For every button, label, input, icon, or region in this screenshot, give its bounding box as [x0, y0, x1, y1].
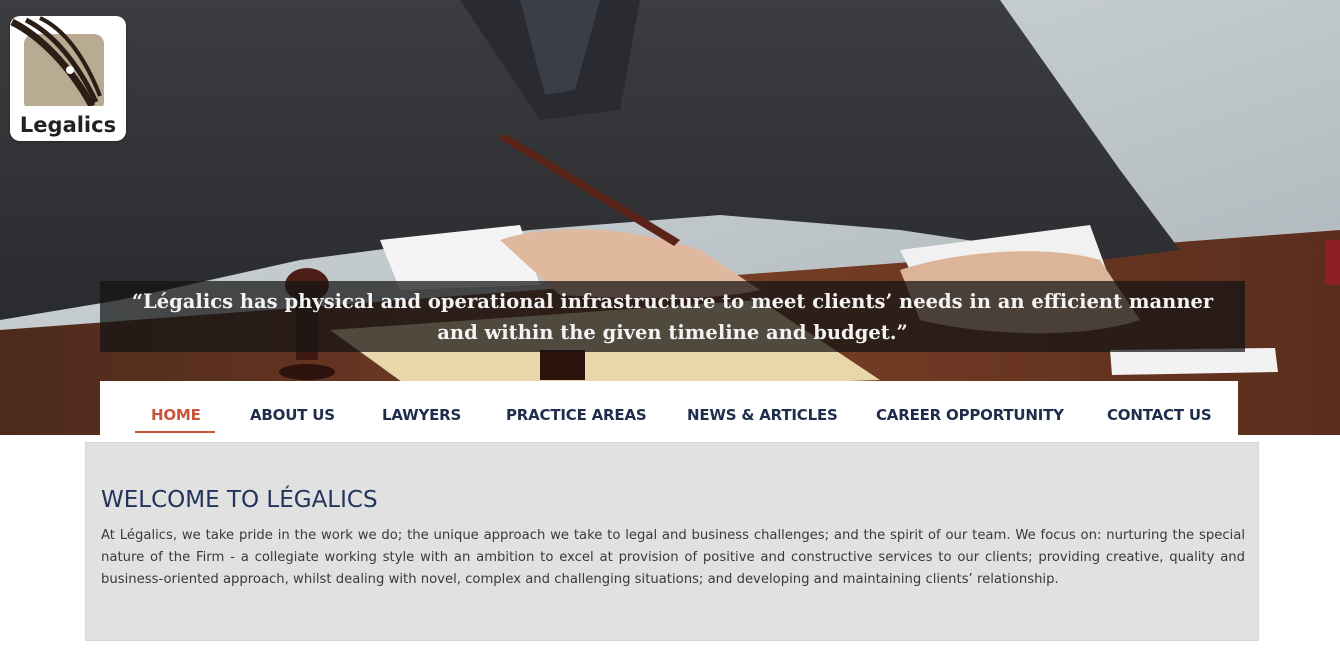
nav-lawyers[interactable]: LAWYERS — [382, 406, 461, 424]
legalics-logo[interactable]: Legalics — [10, 16, 126, 141]
welcome-title: WELCOME TO LÉGALICS — [101, 487, 378, 513]
hero-quote-text: “Légalics has physical and operational i… — [131, 289, 1214, 344]
welcome-body: At Légalics, we take pride in the work w… — [101, 528, 1245, 587]
hero-banner: Legalics “Légalics has physical and oper… — [0, 0, 1340, 435]
main-navigation: HOME ABOUT US LAWYERS PRACTICE AREAS NEW… — [100, 381, 1238, 435]
nav-about-us[interactable]: ABOUT US — [250, 406, 335, 424]
nav-contact-us[interactable]: CONTACT US — [1107, 406, 1212, 424]
quill-logo-icon — [10, 16, 104, 106]
nav-home[interactable]: HOME — [151, 406, 201, 424]
nav-active-indicator — [135, 431, 215, 433]
nav-practice-areas[interactable]: PRACTICE AREAS — [506, 406, 647, 424]
nav-news-articles[interactable]: NEWS & ARTICLES — [687, 406, 838, 424]
welcome-section: WELCOME TO LÉGALICS At Légalics, we take… — [85, 442, 1259, 641]
hero-photo — [0, 0, 1340, 435]
hero-quote-box: “Légalics has physical and operational i… — [100, 281, 1245, 352]
logo-text: Legalics — [19, 113, 117, 137]
nav-career-opportunity[interactable]: CAREER OPPORTUNITY — [876, 406, 1064, 424]
